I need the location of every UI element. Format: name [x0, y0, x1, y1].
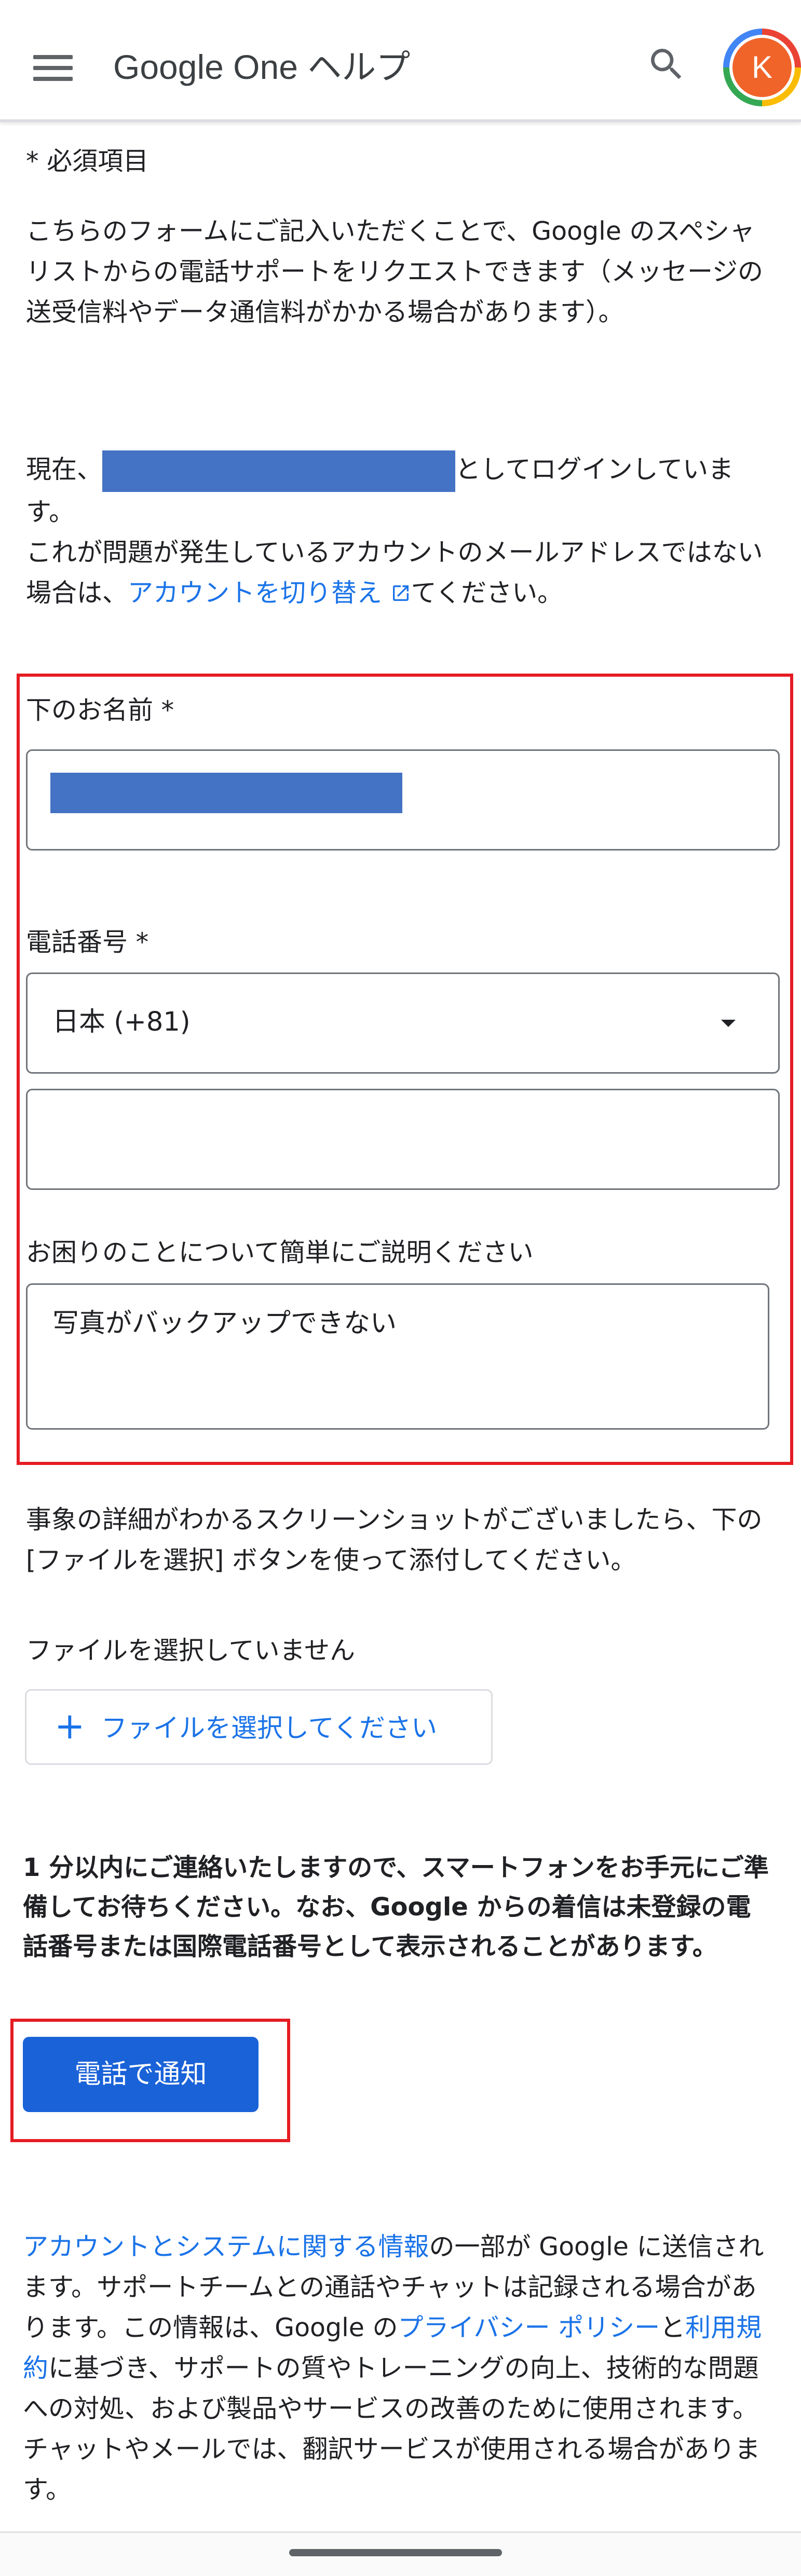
country-selected: 日本 (+81): [52, 1007, 191, 1037]
home-gesture-handle[interactable]: [289, 2549, 502, 2556]
description-textarea[interactable]: 写真がバックアップできない: [26, 1283, 769, 1430]
disclosure-text-2: と: [660, 2313, 686, 2342]
required-note: * 必須項目: [26, 146, 149, 176]
choose-file-label: ファイルを選択してください: [101, 1713, 437, 1743]
app-bar: Google One ヘルプ K: [0, 0, 801, 122]
external-link-icon: [392, 585, 409, 601]
choose-file-button[interactable]: + ファイルを選択してください: [25, 1689, 493, 1765]
avatar-letter: K: [732, 38, 792, 97]
callback-notice: 1 分以内にご連絡いたしますので、スマートフォンをお手元にご準備してお待ちくださ…: [23, 1853, 769, 1961]
account-info-link[interactable]: アカウントとシステムに関する情報: [23, 2232, 429, 2262]
disclosure-text-3: に基づき、サポートの質やトレーニングの向上、技術的な問題への対処、および製品やサ…: [23, 2353, 761, 2504]
name-field[interactable]: [26, 749, 780, 851]
no-file-status: ファイルを選択していません: [26, 1636, 356, 1665]
phone-number-input[interactable]: [26, 1089, 780, 1190]
switch-suffix: てください。: [411, 578, 563, 608]
search-icon[interactable]: [646, 44, 687, 85]
intro-text: こちらのフォームにご記入いただくことで、Google のスペシャリストからの電話…: [26, 216, 764, 327]
login-prefix: 現在、: [26, 455, 103, 484]
country-select[interactable]: 日本 (+81): [26, 972, 780, 1074]
description-value: 写真がバックアップできない: [52, 1308, 397, 1339]
plus-icon: +: [55, 1705, 85, 1747]
account-avatar[interactable]: K: [723, 29, 801, 106]
login-info: 現在、 としてログインしています。 これが問題が発生しているアカウントのメールアド…: [26, 449, 773, 613]
description-label: お困りのことについて簡単にご説明ください: [26, 1238, 534, 1267]
screenshot-note: 事象の詳細がわかるスクリーンショットがございましたら、下の [ファイルを選択] …: [26, 1505, 763, 1575]
name-label: 下のお名前 *: [26, 695, 174, 725]
call-request-button[interactable]: 電話で通知: [23, 2037, 259, 2112]
switch-account-link[interactable]: アカウントを切り替え: [128, 578, 411, 608]
phone-label: 電話番号 *: [26, 927, 149, 957]
privacy-policy-link[interactable]: プライバシー ポリシー: [398, 2313, 660, 2342]
redacted-name: [50, 773, 402, 813]
dropdown-caret-icon: [721, 1020, 736, 1027]
redacted-email: [102, 450, 456, 492]
page-title: Google One ヘルプ: [113, 48, 411, 86]
privacy-disclosure: アカウントとシステムに関する情報の一部が Google に送信されます。サポート…: [23, 2227, 776, 2510]
system-navigation-bar: [0, 2531, 801, 2576]
menu-icon[interactable]: [33, 55, 73, 81]
